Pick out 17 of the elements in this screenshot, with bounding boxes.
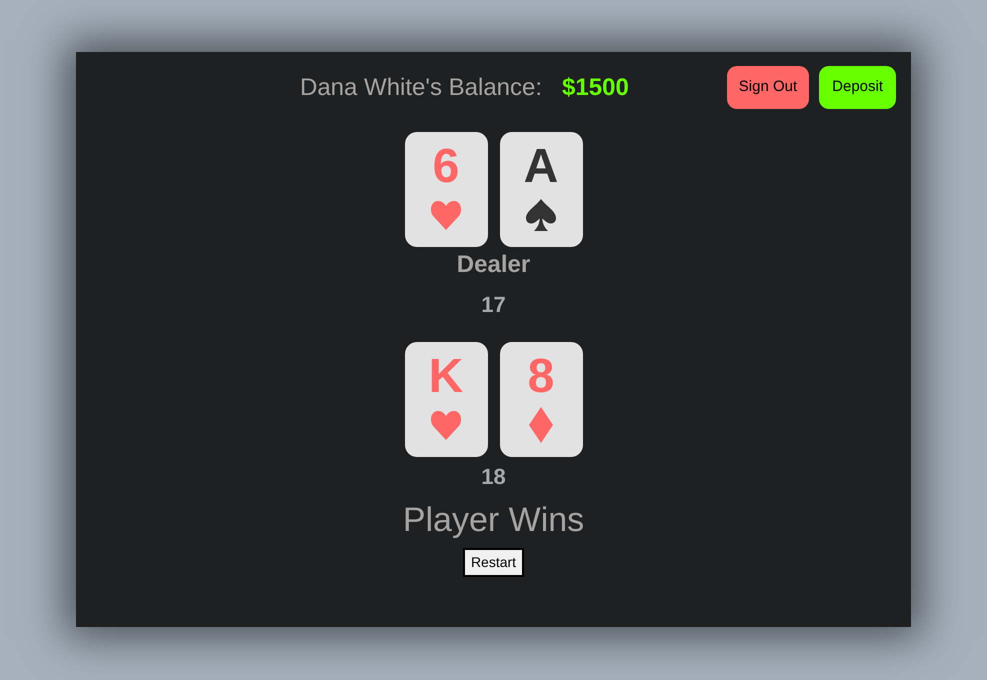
balance-amount: $1500 <box>562 72 629 102</box>
diamond-icon <box>529 407 553 443</box>
deposit-button[interactable]: Deposit <box>819 66 896 109</box>
card-rank: A <box>524 141 558 193</box>
card-rank: K <box>428 351 464 403</box>
heart-icon <box>430 200 462 230</box>
balance-label: Dana White's Balance: <box>300 72 542 102</box>
player-total: 18 <box>481 464 506 490</box>
result-message: Player Wins <box>402 500 584 540</box>
dealer-total: 17 <box>481 292 506 318</box>
heart-icon <box>430 410 462 440</box>
card-rank: 6 <box>432 141 460 193</box>
dealer-label: Dealer <box>456 250 530 280</box>
sign-out-button[interactable]: Sign Out <box>726 66 810 109</box>
restart-button[interactable]: Restart <box>462 548 524 577</box>
card-rank: 8 <box>528 351 554 403</box>
spade-icon <box>526 199 556 231</box>
